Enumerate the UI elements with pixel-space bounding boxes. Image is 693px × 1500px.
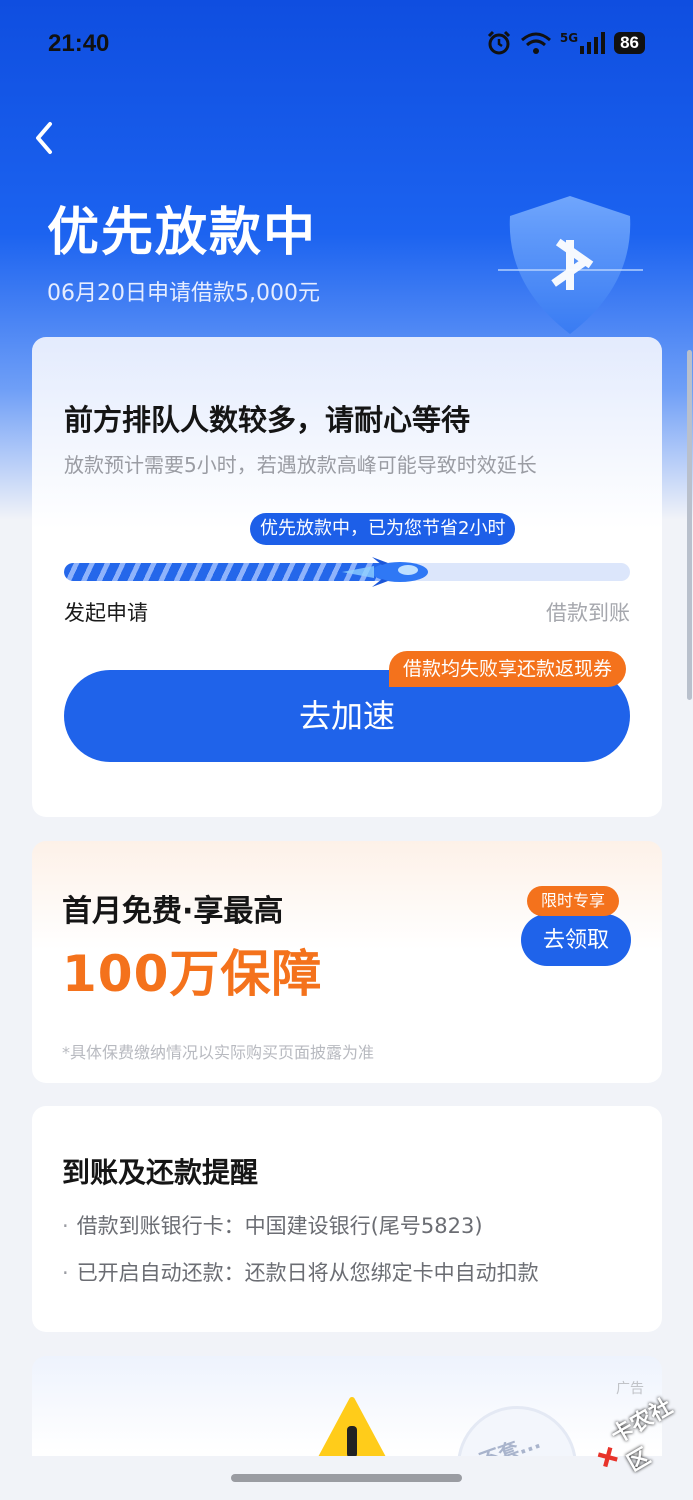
insurance-card[interactable]: 首月免费·享最高 100万保障 *具体保费缴纳情况以实际购买页面披露为准 去领取… (32, 841, 662, 1083)
loan-application-summary: 06月20日申请借款5,000元 (47, 281, 320, 306)
cashback-badge: 借款均失败享还款返现券 (389, 651, 627, 687)
shield-logo-icon (498, 196, 643, 334)
scrollbar[interactable] (687, 350, 692, 700)
status-time: 21:40 (48, 30, 110, 57)
reminder-item: · 借款到账银行卡：中国建设银行(尾号5823) (62, 1210, 483, 1240)
bullet-icon: · (62, 1214, 69, 1238)
insurance-amount: 100万保障 (62, 945, 323, 1003)
bullet-icon: · (62, 1261, 69, 1285)
reminder-title: 到账及还款提醒 (62, 1156, 259, 1189)
queue-title: 前方排队人数较多，请耐心等待 (64, 403, 471, 437)
signal-icon (580, 32, 606, 54)
back-arrow-icon[interactable] (30, 120, 58, 156)
wifi-icon (520, 32, 551, 54)
claim-button[interactable]: 去领取 (521, 914, 631, 966)
progress-card: 前方排队人数较多，请耐心等待 放款预计需要5小时，若遇放款高峰可能导致时效延长 … (32, 337, 662, 817)
priority-tip: 优先放款中，已为您节省2小时 (250, 513, 516, 545)
page-title: 优先放款中 (47, 203, 318, 263)
home-indicator[interactable] (231, 1474, 462, 1482)
insurance-title: 首月免费·享最高 (62, 894, 284, 929)
alarm-icon (487, 30, 510, 55)
reminder-bank-card: 借款到账银行卡：中国建设银行(尾号5823) (76, 1214, 483, 1238)
queue-description: 放款预计需要5小时，若遇放款高峰可能导致时效延长 (64, 453, 537, 477)
step-apply-label: 发起申请 (64, 601, 148, 625)
status-bar: 21:40 5G 86 (0, 0, 693, 90)
status-icons: 5G 86 (486, 30, 645, 56)
insurance-disclaimer: *具体保费缴纳情况以实际购买页面披露为准 (62, 1043, 375, 1062)
step-arrival-label: 借款到账 (546, 601, 630, 625)
battery-icon: 86 (614, 32, 645, 54)
reminder-card: 到账及还款提醒 · 借款到账银行卡：中国建设银行(尾号5823) · 已开启自动还款… (32, 1106, 662, 1332)
reminder-item: · 已开启自动还款：还款日将从您绑定卡中自动扣款 (62, 1257, 539, 1287)
network-label: 5G (559, 31, 579, 45)
reminder-auto-repay: 已开启自动还款：还款日将从您绑定卡中自动扣款 (76, 1261, 539, 1285)
limited-offer-tag: 限时专享 (527, 886, 620, 916)
rocket-icon (342, 557, 428, 587)
ad-label: 广告 (616, 1381, 644, 1397)
